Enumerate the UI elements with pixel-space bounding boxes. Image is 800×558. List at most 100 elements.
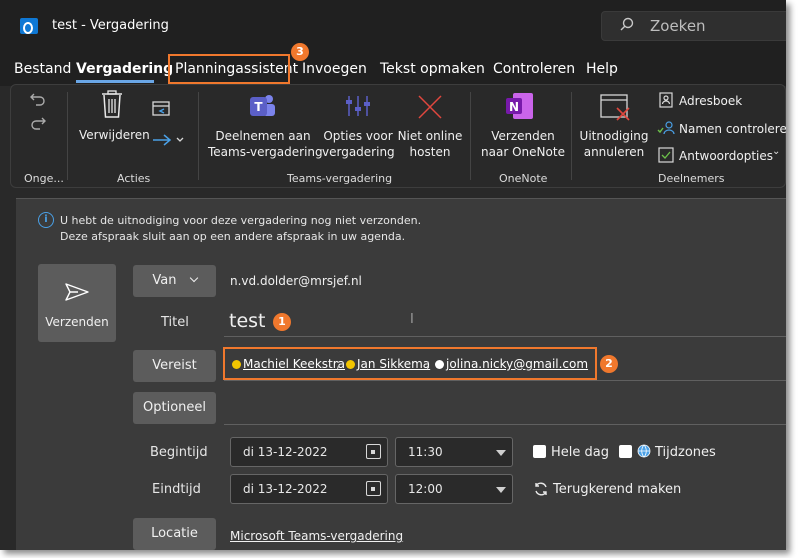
title-divider (224, 336, 786, 337)
cancel-invitation-icon (600, 94, 630, 121)
from-button-label: Van (152, 273, 177, 288)
from-value: n.vd.dolder@mrsjef.nl (230, 274, 362, 288)
menu-help[interactable]: Help (586, 61, 618, 77)
info-line-2: Deze afspraak sluit aan op een andere af… (60, 230, 406, 243)
active-tab-indicator (76, 80, 154, 83)
send-icon (65, 283, 89, 301)
delete-icon[interactable] (101, 90, 123, 118)
timezones-checkbox[interactable] (619, 445, 632, 458)
callout-badge-2: 2 (600, 355, 618, 373)
undo-icon[interactable] (30, 92, 46, 106)
send-to-onenote-button[interactable]: Verzenden naar OneNote (478, 128, 568, 160)
onenote-line2: naar OneNote (481, 145, 565, 159)
window-title: test - Vergadering (52, 18, 169, 33)
not-online-line1: Niet online (397, 129, 463, 143)
location-button[interactable]: Locatie (133, 518, 216, 550)
onenote-line1: Verzenden (491, 129, 555, 143)
optional-divider (224, 424, 786, 425)
join-teams-button[interactable]: Deelnemen aan Teams-vergadering (208, 128, 323, 160)
end-time-label: Eindtijd (152, 482, 201, 497)
not-online-line2: hosten (409, 145, 451, 159)
from-button[interactable]: Van (133, 265, 216, 297)
chevron-down-icon: ⌄ (772, 146, 781, 157)
outlook-icon (20, 18, 38, 34)
title-label: Titel (161, 315, 189, 330)
all-day-label: Hele dag (551, 445, 609, 460)
chevron-down-icon (496, 487, 506, 493)
not-online-button[interactable]: Niet online hosten (394, 128, 466, 160)
attendee-separator: ; (426, 357, 431, 371)
join-teams-line2: Teams-vergadering (208, 145, 323, 159)
meeting-options-line2: vergadering (322, 145, 395, 159)
cancel-line2: annuleren (583, 145, 645, 159)
cancel-invitation-button[interactable]: Uitnodiging annuleren (576, 128, 652, 160)
menu-tekst-opmaken[interactable]: Tekst opmaken (380, 61, 485, 77)
send-button[interactable] (38, 264, 116, 342)
required-button[interactable]: Vereist (133, 350, 216, 382)
attendee-separator: ; (336, 357, 341, 371)
svg-text:N: N (509, 100, 519, 114)
response-options-icon (658, 147, 674, 163)
ribbon-separator (470, 92, 471, 180)
join-teams-line1: Deelnemen aan (215, 129, 311, 143)
end-date-picker[interactable]: di 13-12-2022 (230, 474, 388, 504)
start-date-picker[interactable]: di 13-12-2022 (230, 437, 388, 467)
callout-badge-1: 1 (273, 313, 291, 331)
redo-icon[interactable] (30, 116, 46, 130)
start-time-label: Begintijd (150, 445, 208, 460)
menu-vergadering[interactable]: Vergadering (76, 61, 173, 77)
send-label: Verzenden (45, 315, 109, 329)
menu-controleren[interactable]: Controleren (493, 61, 575, 77)
teams-icon: T (250, 95, 275, 116)
svg-text:T: T (254, 100, 263, 114)
group-label-deelnemers: Deelnemers (658, 172, 725, 185)
title-input[interactable]: test (229, 310, 266, 332)
group-label-teams: Teams-vergadering (287, 172, 393, 185)
presence-icon (435, 360, 444, 369)
meeting-options-button[interactable]: Opties voor vergadering (322, 128, 395, 160)
onenote-icon: N (506, 93, 533, 119)
address-book-button[interactable]: Adresboek (679, 93, 742, 109)
text-cursor-icon: I (410, 312, 414, 327)
address-book-icon (659, 92, 673, 108)
globe-icon (637, 444, 651, 458)
ribbon-separator (571, 92, 572, 180)
menu-bestand[interactable]: Bestand (14, 61, 71, 77)
menu-invoegen[interactable]: Invoegen (302, 61, 367, 77)
meeting-options-line1: Opties voor (323, 129, 393, 143)
callout-badge-3: 3 (291, 43, 309, 61)
delete-button[interactable]: Verwijderen (79, 127, 150, 143)
attendee-chip[interactable]: Jan Sikkema (357, 357, 430, 371)
ribbon-separator (67, 92, 68, 180)
check-names-button[interactable]: Namen controleren (679, 121, 786, 137)
group-label-onenote: OneNote (499, 172, 548, 185)
chevron-down-icon (189, 273, 198, 283)
search-icon (620, 17, 634, 31)
info-icon: i (38, 212, 54, 228)
calendar-icon[interactable] (366, 481, 381, 496)
check-names-icon (657, 121, 675, 135)
presence-icon (346, 360, 355, 369)
recurring-button[interactable]: Terugkerend maken (553, 482, 681, 497)
required-divider (224, 380, 786, 381)
group-label-undo: Onge... (24, 172, 64, 185)
forward-arrow-icon[interactable] (152, 133, 186, 147)
chevron-down-icon (496, 450, 506, 456)
response-options-button[interactable]: Antwoordopties (679, 148, 773, 164)
planning-highlight-box (168, 54, 290, 84)
location-value[interactable]: Microsoft Teams-vergadering (230, 529, 403, 543)
optional-button[interactable]: Optioneel (133, 392, 216, 424)
attendee-chip[interactable]: Machiel Keekstra (243, 357, 345, 371)
meeting-options-icon (346, 96, 370, 116)
calendar-reply-icon[interactable] (152, 100, 170, 116)
not-online-x-icon (418, 95, 442, 119)
ribbon-separator (198, 92, 199, 180)
presence-icon (232, 360, 241, 369)
cancel-line1: Uitnodiging (579, 129, 649, 143)
recurring-icon[interactable] (533, 481, 549, 497)
outlook-window: test - Vergadering Zoeken Bestand Vergad… (0, 0, 786, 550)
all-day-checkbox[interactable] (533, 445, 546, 458)
calendar-icon[interactable] (366, 444, 381, 459)
timezones-label: Tijdzones (655, 445, 716, 460)
attendee-chip[interactable]: jolina.nicky@gmail.com (446, 357, 588, 371)
